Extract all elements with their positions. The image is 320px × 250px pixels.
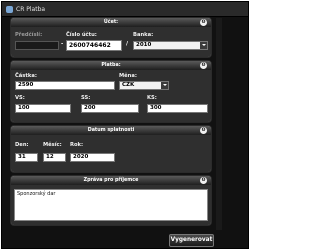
ss-field[interactable]: 200 — [81, 104, 139, 113]
message-card: Zpráva pro příjemce ʘ Sponzorský dar — [10, 175, 212, 226]
prefix-label: Předčíslí: — [15, 32, 43, 38]
currency-select-value: CZK — [122, 82, 135, 88]
account-card-header: Účet: ʘ — [11, 18, 211, 27]
year-label: Rok: — [70, 142, 84, 148]
year-field[interactable]: 2020 — [70, 153, 115, 162]
account-card: Účet: ʘ Předčíslí: - Číslo účtu: 2600746… — [10, 17, 212, 58]
month-field[interactable]: 12 — [43, 153, 66, 162]
vs-field[interactable]: 100 — [15, 104, 71, 113]
bank-separator: / — [126, 41, 129, 47]
collapse-icon[interactable]: ʘ — [200, 62, 207, 69]
account-number-label: Číslo účtu: — [66, 32, 97, 38]
account-header-label: Účet: — [103, 20, 119, 25]
window-title: CR Platba — [16, 5, 46, 13]
message-card-body: Sponzorský dar — [11, 185, 211, 225]
payment-card-body: Částka: 2590 Měna: CZK VS: 100 SS: 200 K… — [11, 70, 211, 122]
vs-label: VS: — [15, 95, 25, 101]
scrollbar-track[interactable] — [216, 18, 222, 230]
prefix-field[interactable] — [15, 41, 59, 50]
due-date-card-body: Den: 31 Měsíc: 12 Rok: 2020 — [11, 135, 211, 172]
ks-field[interactable]: 300 — [147, 104, 208, 113]
amount-label: Částka: — [15, 73, 37, 79]
chevron-down-icon — [163, 84, 167, 86]
chevron-down-icon — [202, 44, 206, 46]
account-card-body: Předčíslí: - Číslo účtu: 2600746462 / Ba… — [11, 27, 211, 57]
due-date-card: Datum splatnosti ʘ Den: 31 Měsíc: 12 Rok… — [10, 125, 212, 173]
amount-field[interactable]: 2590 — [15, 81, 115, 90]
day-label: Den: — [15, 142, 29, 148]
currency-label: Měna: — [119, 73, 137, 79]
account-number-field[interactable]: 2600746462 — [66, 40, 122, 51]
due-date-card-header: Datum splatnosti ʘ — [11, 126, 211, 135]
due-date-header-label: Datum splatnosti — [87, 128, 135, 133]
app-window: CR Platba Účet: ʘ Předčíslí: - Číslo účt… — [1, 1, 249, 249]
currency-select[interactable]: CZK — [119, 81, 169, 90]
month-label: Měsíc: — [43, 142, 62, 148]
generate-button[interactable]: Vygenerovat — [169, 234, 214, 247]
bank-select-value: 2010 — [136, 42, 152, 48]
day-field[interactable]: 31 — [15, 153, 38, 162]
title-bar: CR Platba — [2, 2, 248, 17]
message-textarea[interactable]: Sponzorský dar — [14, 189, 208, 221]
ks-label: KS: — [147, 95, 157, 101]
payment-card: Platba: ʘ Částka: 2590 Měna: CZK VS: 100… — [10, 60, 212, 123]
payment-header-label: Platba: — [101, 63, 121, 68]
message-header-label: Zpráva pro příjemce — [83, 178, 139, 183]
bank-label: Banka: — [133, 32, 154, 38]
collapse-icon[interactable]: ʘ — [200, 127, 207, 134]
ss-label: SS: — [81, 95, 91, 101]
payment-card-header: Platba: ʘ — [11, 61, 211, 70]
collapse-icon[interactable]: ʘ — [200, 19, 207, 26]
prefix-separator: - — [61, 41, 64, 47]
bank-select[interactable]: 2010 — [133, 41, 208, 50]
message-card-header: Zpráva pro příjemce ʘ — [11, 176, 211, 185]
collapse-icon[interactable]: ʘ — [200, 177, 207, 184]
qr-app-icon — [6, 5, 13, 13]
